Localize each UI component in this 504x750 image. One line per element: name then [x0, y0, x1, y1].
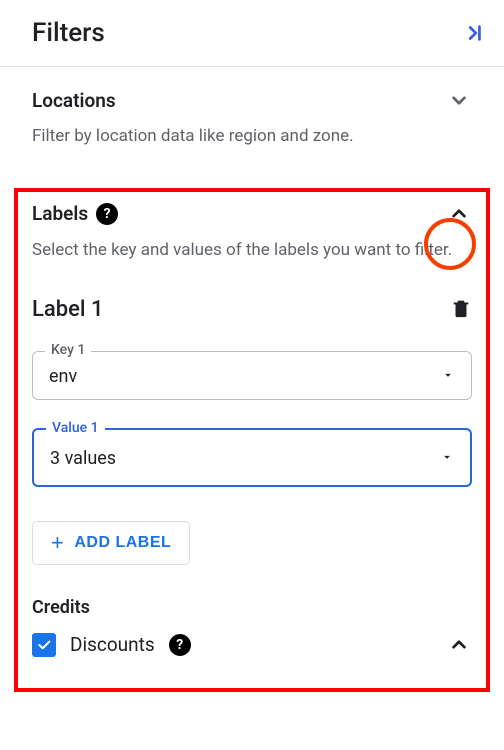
locations-title: Locations — [32, 89, 116, 112]
page-title: Filters — [32, 18, 105, 48]
credits-title: Credits — [32, 597, 472, 618]
value-field-label: Value 1 — [46, 420, 105, 436]
labels-description: Select the key and values of the labels … — [32, 239, 472, 263]
locations-description: Filter by location data like region and … — [32, 125, 472, 149]
help-icon[interactable]: ? — [96, 203, 118, 225]
key-dropdown[interactable]: Key 1 env — [32, 351, 472, 400]
chevron-up-icon[interactable] — [446, 201, 472, 227]
credits-section: Credits Discounts ? — [0, 577, 504, 658]
labels-section: Labels ? Select the key and values of th… — [0, 161, 504, 577]
label-block-header: Label 1 — [32, 297, 472, 323]
chevron-down-icon[interactable] — [446, 87, 472, 113]
labels-title: Labels ? — [32, 202, 118, 225]
key-field-label: Key 1 — [45, 342, 91, 358]
delete-label-icon[interactable] — [450, 297, 472, 323]
labels-title-text: Labels — [32, 202, 88, 225]
value-field-value: 3 values — [50, 448, 116, 469]
plus-icon: + — [51, 532, 64, 554]
value-dropdown[interactable]: Value 1 3 values — [32, 428, 472, 487]
add-label-button[interactable]: + ADD LABEL — [32, 521, 190, 565]
key-field-value: env — [49, 366, 77, 387]
add-label-text: ADD LABEL — [74, 534, 171, 552]
dropdown-arrow-icon — [441, 367, 455, 386]
credits-row: Discounts ? — [32, 632, 472, 658]
discounts-label: Discounts — [70, 633, 155, 656]
dropdown-arrow-icon — [440, 449, 454, 468]
label-block-title: Label 1 — [32, 297, 103, 322]
filters-header: Filters — [0, 0, 504, 67]
help-icon[interactable]: ? — [169, 634, 191, 656]
discounts-checkbox[interactable] — [32, 633, 56, 657]
labels-header[interactable]: Labels ? — [32, 201, 472, 227]
chevron-up-icon[interactable] — [446, 632, 472, 658]
collapse-panel-icon[interactable] — [462, 22, 484, 44]
locations-section: Locations Filter by location data like r… — [0, 67, 504, 161]
locations-header[interactable]: Locations — [32, 87, 472, 113]
credits-option: Discounts ? — [32, 633, 191, 657]
